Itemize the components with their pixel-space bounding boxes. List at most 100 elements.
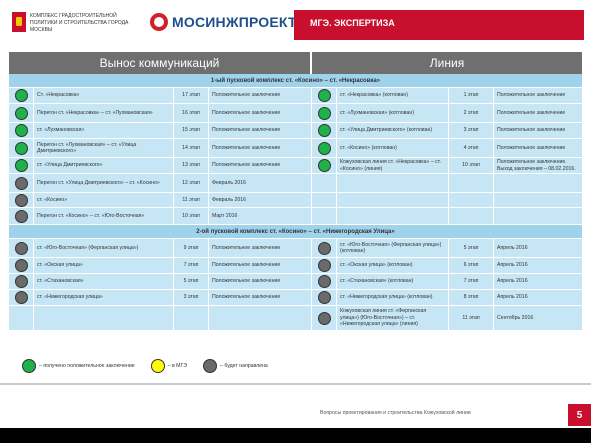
- legend-item-gray: – будет направлена: [203, 359, 268, 373]
- line-stage: 10 этап: [449, 158, 494, 173]
- line-status-cell: [312, 239, 337, 257]
- table-row: Перегон ст. «Некрасовка» – ст. «Лухманов…: [9, 104, 582, 123]
- line-status-cell: [312, 88, 337, 103]
- relocation-object: Перегон ст. «Лухмановская» – ст. «Улица …: [34, 139, 174, 157]
- line-result: Положительное заключение: [497, 92, 566, 99]
- relocation-object: [34, 306, 174, 330]
- column-header-relocation: Вынос коммуникаций: [9, 52, 312, 74]
- line-object: Кожуховская линия ст. «Некрасовка» – ст.…: [337, 158, 449, 173]
- green-status-icon: [14, 124, 28, 137]
- table-row: ст. «Стахановская» 5 этап Положительное за…: [9, 274, 582, 290]
- page-number: 5: [568, 404, 591, 426]
- gray-status-icon: [317, 259, 331, 272]
- relocation-object: ст. «Улица Дмитриевского»: [34, 158, 174, 173]
- line-stage: [449, 193, 494, 207]
- gray-status-icon: [14, 209, 28, 223]
- relocation-result: Положительное заключение: [209, 258, 312, 273]
- relocation-stage: 14 этап: [174, 139, 209, 157]
- legend: – получено положительное заключение – в …: [22, 359, 284, 373]
- relocation-object: ст. «Стахановская»: [34, 274, 174, 289]
- table-row: Кожуховская линия ст. «Ферганская улица»…: [9, 306, 582, 331]
- relocation-stage: 5 этап: [174, 274, 209, 289]
- line-object: [337, 208, 449, 224]
- line-object: ст. «Стахановская» (котлован): [337, 274, 449, 289]
- green-status-icon: [14, 89, 28, 102]
- line-object: [337, 174, 449, 192]
- relocation-result: Март 2016: [209, 208, 312, 224]
- relocation-status-cell: [9, 104, 34, 122]
- relocation-result: Февраль 2016: [209, 193, 312, 207]
- legend-item-green: – получено положительное заключение: [22, 359, 135, 373]
- gray-status-icon: [14, 176, 28, 190]
- relocation-result: Положительное заключение: [209, 239, 312, 257]
- line-result: Положительное заключение. Выход заключен…: [497, 159, 576, 172]
- relocation-result: Положительное заключение: [209, 139, 312, 157]
- relocation-status-cell: [9, 88, 34, 103]
- relocation-stage: 17 этап: [174, 88, 209, 103]
- line-status-cell: [312, 174, 337, 192]
- line-stage: 11 этап: [449, 306, 494, 330]
- green-status-icon: [14, 141, 28, 155]
- line-stage: 6 этап: [449, 258, 494, 273]
- banner-title: МГЭ. ЭКСПЕРТИЗА: [310, 18, 395, 28]
- line-status-cell: [312, 123, 337, 138]
- complex-name: КОМПЛЕКС ГРАДОСТРОИТЕЛЬНОЙ ПОЛИТИКИ И СТ…: [30, 13, 129, 33]
- line-result: Апрель 2016: [497, 244, 528, 251]
- section-header: 2-ой пусковой комплекс ст. «Косино» – ст…: [9, 225, 582, 239]
- gray-status-icon: [317, 291, 331, 304]
- relocation-status-cell: [9, 306, 34, 330]
- gray-status-icon: [14, 193, 28, 207]
- legend-label-yellow: – в МГЭ: [167, 363, 188, 369]
- table-row: Ст. «Некрасовка» 17 этап Положительное зак…: [9, 88, 582, 104]
- relocation-result: Февраль 2016: [209, 174, 312, 192]
- relocation-result: Положительное заключение: [209, 274, 312, 289]
- legend-item-yellow: – в МГЭ: [150, 359, 188, 373]
- gray-status-icon: [14, 259, 28, 272]
- bottom-band: [0, 428, 591, 443]
- line-status-cell: [312, 139, 337, 157]
- relocation-status-cell: [9, 158, 34, 173]
- relocation-status-cell: [9, 174, 34, 192]
- line-stage: 2 этап: [449, 104, 494, 122]
- logo-text: МОСИНЖПРОЕКТ: [172, 14, 297, 30]
- logo-icon: [150, 13, 168, 31]
- page-header: КОМПЛЕКС ГРАДОСТРОИТЕЛЬНОЙ ПОЛИТИКИ И СТ…: [0, 0, 591, 44]
- relocation-status-cell: [9, 123, 34, 138]
- line-status-cell: [312, 274, 337, 289]
- green-status-icon: [14, 106, 28, 120]
- relocation-stage: 10 этап: [174, 208, 209, 224]
- relocation-status-cell: [9, 193, 34, 207]
- line-result: [494, 208, 582, 224]
- gray-status-icon: [317, 241, 331, 255]
- footer-text: Вопросы проектирования и строительства К…: [320, 410, 471, 416]
- relocation-status-cell: [9, 208, 34, 224]
- relocation-stage: 12 этап: [174, 174, 209, 192]
- relocation-object: ст. «Окская улица»: [34, 258, 174, 273]
- table-row: Перегон ст. «Улица Дмитриевского» – ст. …: [9, 174, 582, 193]
- yellow-status-icon: [150, 359, 165, 373]
- relocation-result: [209, 306, 312, 330]
- relocation-stage: 16 этап: [174, 104, 209, 122]
- relocation-stage: 3 этап: [174, 290, 209, 305]
- moscow-emblem-icon: [12, 12, 26, 32]
- table-row: ст. «Нижегородская улица» 3 этап Положител…: [9, 290, 582, 306]
- relocation-object: ст. «Нижегородская улица»: [34, 290, 174, 305]
- relocation-stage: [174, 306, 209, 330]
- line-status-cell: [312, 158, 337, 173]
- table-row: Перегон ст. «Лухмановская» – ст. «Улица …: [9, 139, 582, 158]
- green-status-icon: [22, 359, 36, 373]
- title-banner: МГЭ. ЭКСПЕРТИЗА: [294, 10, 584, 40]
- line-stage: 8 этап: [449, 290, 494, 305]
- section-header: 1-ый пусковой комплекс ст. «Косино» – ст…: [9, 74, 582, 88]
- table-row: ст. «Косино» 11 этап Февраль 2016: [9, 193, 582, 208]
- relocation-object: ст. «Косино»: [34, 193, 174, 207]
- green-status-icon: [14, 159, 28, 172]
- line-status-cell: [312, 258, 337, 273]
- line-stage: 5 этап: [449, 239, 494, 257]
- relocation-object: Перегон ст. «Улица Дмитриевского» – ст. …: [34, 174, 174, 192]
- table-row: ст. «Юго-Восточная» (Ферганская улица») 9…: [9, 239, 582, 258]
- gray-status-icon: [14, 291, 28, 304]
- line-stage: 1 этап: [449, 88, 494, 103]
- green-status-icon: [317, 141, 331, 155]
- relocation-status-cell: [9, 274, 34, 289]
